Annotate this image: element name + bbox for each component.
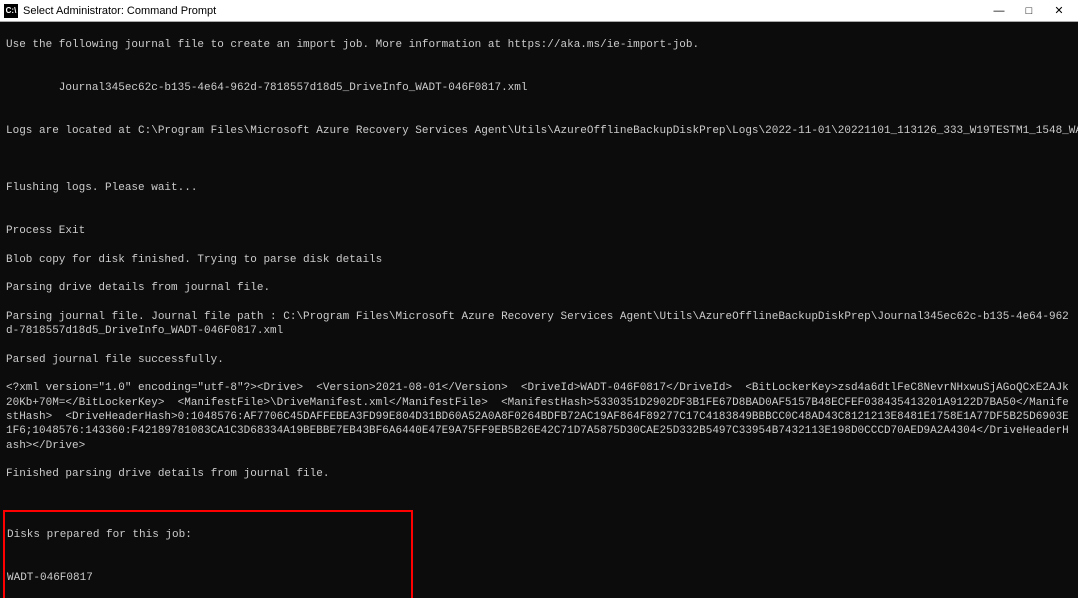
output-line: Blob copy for disk finished. Trying to p… — [6, 253, 1072, 267]
highlight-box-disks-prepared: Disks prepared for this job: WADT-046F08… — [3, 510, 413, 598]
output-line: Use the following journal file to create… — [6, 38, 1072, 52]
output-line: Logs are located at C:\Program Files\Mic… — [6, 124, 1072, 138]
minimize-button[interactable]: — — [984, 1, 1014, 21]
titlebar: C:\ Select Administrator: Command Prompt… — [0, 0, 1078, 22]
output-line: Finished parsing drive details from jour… — [6, 467, 1072, 481]
output-line: Journal345ec62c-b135-4e64-962d-7818557d1… — [6, 81, 1072, 95]
output-line: <?xml version="1.0" encoding="utf-8"?><D… — [6, 381, 1072, 452]
output-line: Flushing logs. Please wait... — [6, 181, 1072, 195]
window-title: Select Administrator: Command Prompt — [23, 5, 984, 17]
output-line: Process Exit — [6, 224, 1072, 238]
window-controls: — □ ✕ — [984, 1, 1074, 21]
output-line: Parsing drive details from journal file. — [6, 281, 1072, 295]
output-line: Parsing journal file. Journal file path … — [6, 310, 1072, 339]
close-button[interactable]: ✕ — [1044, 1, 1074, 21]
output-line: Parsed journal file successfully. — [6, 353, 1072, 367]
cmd-icon: C:\ — [4, 4, 18, 18]
terminal-output[interactable]: Use the following journal file to create… — [0, 22, 1078, 598]
output-line: Disks prepared for this job: — [7, 528, 409, 542]
maximize-button[interactable]: □ — [1014, 1, 1044, 21]
output-line: WADT-046F0817 — [7, 571, 409, 585]
